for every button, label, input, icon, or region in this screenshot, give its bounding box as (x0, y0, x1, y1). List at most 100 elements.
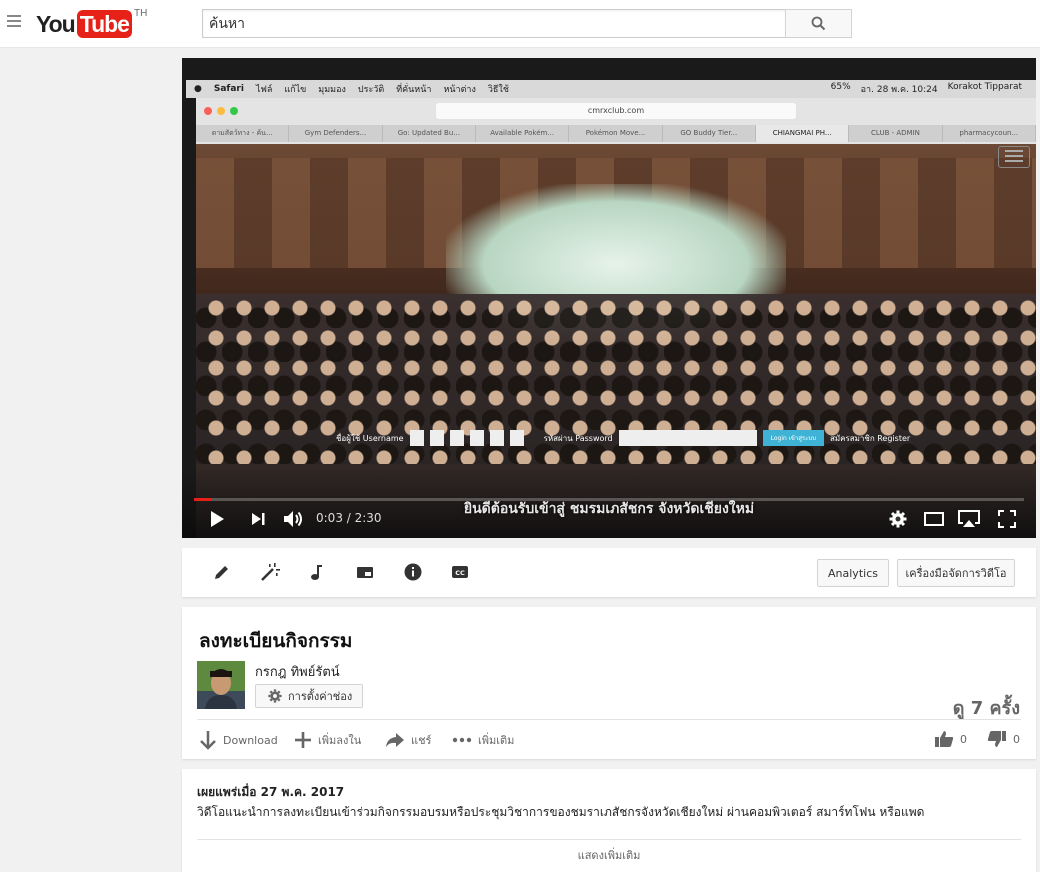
annotation-icon (357, 567, 373, 578)
video-frame-tabs: ตามสัตว์ทาง - ค้น... Gym Defenders... Go… (196, 125, 1036, 142)
menubar-item: หน้าต่าง (443, 85, 476, 95)
gear-icon (268, 689, 282, 703)
menubar-battery: 65% (830, 82, 851, 92)
menubar-item: Safari (213, 84, 244, 94)
enhancements-button[interactable] (258, 560, 282, 584)
progress-bar[interactable] (194, 498, 1024, 501)
more-actions-label: เพิ่มเติม (478, 734, 515, 747)
thumbs-up-icon[interactable] (934, 730, 954, 748)
video-frame-menubar: ● Safari ไฟล์ แก้ไข มุมมอง ประวัติ ที่คั… (186, 80, 1036, 98)
frame-tab: Gym Defenders... (289, 125, 383, 142)
menubar-item: แก้ไข (284, 85, 307, 95)
logo-region-code: TH (133, 8, 148, 19)
frame-tab: pharmacycoun... (943, 125, 1036, 142)
svg-text:CC: CC (455, 569, 465, 577)
youtube-logo[interactable]: You Tube TH (36, 8, 148, 38)
mute-button[interactable] (280, 506, 306, 532)
description-divider (197, 839, 1021, 840)
channel-settings-button[interactable]: การตั้งค่าช่อง (255, 684, 364, 708)
frame-tab: Pokémon Move... (569, 125, 663, 142)
frame-password-label: รหัสผ่าน Password (543, 433, 613, 443)
annotations-button[interactable] (353, 560, 377, 584)
add-to-label: เพิ่มลงใน (318, 734, 362, 747)
creator-toolbar: CC Analytics เครื่องมือจัดการวิดีโอ (182, 548, 1036, 597)
next-button[interactable] (246, 506, 270, 532)
frame-tab: CHIANGMAI PH... (755, 125, 850, 142)
info-divider (197, 719, 1021, 720)
airplay-icon (958, 510, 980, 527)
plus-icon (295, 732, 311, 748)
closed-captions-icon: CC (452, 566, 468, 578)
more-actions-button[interactable]: เพิ่มเติม (452, 730, 514, 750)
airplay-button[interactable] (956, 506, 982, 532)
video-info-card: ลงทะเบียนกิจกรรม กรกฎ ทิพย์รัตน์ การตั้ง… (182, 607, 1036, 759)
theater-mode-button[interactable] (921, 506, 947, 532)
frame-username-label: ชื่อผู้ใช้ Username (336, 433, 404, 443)
view-count: ดู 7 ครั้ง (952, 698, 1020, 719)
menubar-item: ไฟล์ (255, 85, 273, 95)
menubar-clock: อา. 28 พ.ค. 10:24 (860, 85, 938, 95)
fullscreen-icon (998, 510, 1016, 528)
show-more-button[interactable]: แสดงเพิ่มเติม (182, 846, 1036, 864)
frame-login-button: Login เข้าสู่ระบบ (762, 430, 824, 446)
channel-settings-label: การตั้งค่าช่อง (288, 691, 353, 703)
publish-date: เผยแพร่เมื่อ 27 พ.ค. 2017 (197, 785, 345, 799)
gear-icon (889, 510, 907, 528)
menubar-item: มุมมอง (318, 85, 346, 95)
menubar-item: ที่คั่นหน้า (396, 85, 432, 95)
edit-button[interactable] (210, 560, 234, 584)
dislike-count: 0 (1013, 732, 1020, 746)
description-text: วิดีโอแนะนำการลงทะเบียนเข้าร่วมกิจกรรมอบ… (197, 805, 925, 819)
menubar-item: วิธีใช้ (487, 85, 509, 95)
video-player[interactable]: ● Safari ไฟล์ แก้ไข มุมมอง ประวัติ ที่คั… (182, 58, 1036, 538)
share-label: แชร์ (411, 734, 432, 747)
play-button[interactable] (204, 506, 230, 532)
frame-register-label: สมัครสมาชิก Register (829, 433, 911, 443)
fullscreen-button[interactable] (994, 506, 1020, 532)
channel-avatar[interactable] (197, 661, 245, 709)
audio-button[interactable] (305, 560, 329, 584)
progress-played (194, 498, 211, 501)
thumbs-down-icon[interactable] (987, 730, 1007, 748)
logo-tube-text: Tube (76, 10, 132, 38)
search-button[interactable] (785, 9, 852, 38)
frame-tab: GO Buddy Tier... (663, 125, 756, 142)
apple-icon: ● (194, 84, 202, 94)
subtitles-button[interactable]: CC (448, 560, 472, 584)
share-icon (386, 733, 404, 747)
info-icon (404, 563, 422, 581)
video-manager-button[interactable]: เครื่องมือจัดการวิดีโอ (897, 559, 1015, 587)
magic-wand-icon (261, 563, 280, 581)
video-frame-login: ชื่อผู้ใช้ Username รหัสผ่าน Password Lo… (336, 430, 910, 446)
channel-name[interactable]: กรกฎ ทิพย์รัตน์ (255, 661, 340, 682)
guide-menu-icon[interactable] (7, 15, 21, 29)
analytics-button[interactable]: Analytics (817, 559, 889, 587)
like-dislike-group: 0 0 (934, 730, 1020, 748)
download-button[interactable]: Download (199, 730, 278, 750)
search-input[interactable] (203, 10, 786, 37)
share-button[interactable]: แชร์ (385, 730, 431, 750)
video-frame: ● Safari ไฟล์ แก้ไข มุมมอง ประวัติ ที่คั… (182, 58, 1036, 538)
frame-tab: CLUB - ADMIN (849, 125, 943, 142)
music-note-icon (311, 565, 322, 580)
video-title: ลงทะเบียนกิจกรรม (199, 630, 353, 652)
add-to-button[interactable]: เพิ่มลงใน (294, 730, 361, 750)
masthead: You Tube TH (0, 0, 1040, 48)
volume-icon (284, 511, 302, 527)
frame-tab: ตามสัตว์ทาง - ค้น... (196, 125, 290, 142)
more-horizontal-icon (452, 737, 472, 743)
description-card: เผยแพร่เมื่อ 27 พ.ค. 2017 วิดีโอแนะนำการ… (182, 769, 1036, 872)
time-display: 0:03 / 2:30 (316, 511, 382, 525)
video-frame-url: cmrxclub.com (436, 103, 796, 119)
logo-you-text: You (36, 11, 76, 37)
pencil-icon (215, 566, 228, 579)
theater-icon (924, 512, 944, 526)
frame-menu-icon (998, 146, 1030, 168)
play-icon (211, 511, 224, 527)
info-cards-button[interactable] (401, 560, 425, 584)
traffic-lights (204, 107, 238, 115)
settings-button[interactable] (886, 506, 910, 532)
menubar-user: Korakot Tipparat (947, 82, 1022, 92)
menubar-item: ประวัติ (357, 85, 385, 95)
download-label: Download (223, 733, 278, 747)
